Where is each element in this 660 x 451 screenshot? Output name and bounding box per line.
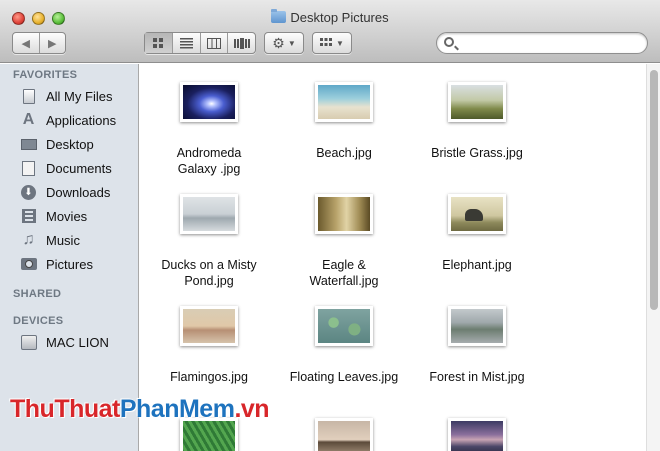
column-view-button[interactable]: [199, 33, 228, 53]
file-item[interactable]: Flamingos.jpg: [144, 306, 274, 385]
sidebar-item-label: Downloads: [46, 184, 111, 200]
sidebar-item-label: Desktop: [46, 136, 94, 152]
sidebar-item-mac-lion[interactable]: MAC LION: [20, 331, 109, 353]
file-thumbnail: [448, 194, 506, 234]
music-icon: ♫: [22, 231, 35, 248]
sidebar-item-applications[interactable]: A Applications: [20, 109, 116, 131]
file-thumbnail: [315, 418, 373, 451]
scrollbar-thumb[interactable]: [650, 70, 658, 310]
disk-icon: [20, 334, 37, 350]
icon-view-button[interactable]: [145, 33, 172, 53]
sidebar-item-pictures[interactable]: Pictures: [20, 253, 93, 275]
chevron-down-icon: ▼: [336, 38, 344, 48]
sidebar-item-movies[interactable]: Movies: [20, 205, 87, 227]
sidebar-item-label: Applications: [46, 112, 117, 128]
sidebar-item-label: All My Files: [46, 88, 113, 104]
file-name: Andromeda Galaxy .jpg: [176, 146, 242, 176]
pictures-icon: [20, 256, 37, 272]
sidebar-item-label: Pictures: [46, 256, 93, 272]
sidebar-item-documents[interactable]: Documents: [20, 157, 112, 179]
watermark-part: ThuThuat: [10, 395, 120, 423]
forward-button[interactable]: ▶: [38, 33, 66, 53]
arrange-menu-button[interactable]: ▼: [312, 32, 352, 54]
devices-header: DEVICES: [13, 315, 64, 327]
file-item[interactable]: Elephant.jpg: [412, 194, 542, 273]
file-thumbnail: [448, 418, 506, 451]
window-title: Desktop Pictures: [0, 9, 660, 25]
file-item[interactable]: Forest in Mist.jpg: [412, 306, 542, 385]
view-mode-control: [144, 32, 256, 54]
watermark-part: PhanMem: [119, 395, 235, 423]
sidebar-item-label: Documents: [46, 160, 112, 176]
file-thumbnail: [315, 306, 373, 346]
file-item[interactable]: [412, 418, 542, 451]
watermark: ThuThuatPhanMem.vn: [10, 395, 270, 424]
file-thumbnail: [180, 194, 238, 234]
movies-icon: [20, 208, 37, 224]
file-name: Eagle & Waterfall.jpg: [309, 258, 379, 288]
finder-window: Desktop Pictures ◀ ▶ ⚙ ▼ ▼ FAVORITES All…: [0, 0, 660, 451]
back-button[interactable]: ◀: [13, 33, 39, 53]
file-item[interactable]: Floating Leaves.jpg: [279, 306, 409, 385]
file-grid: Andromeda Galaxy .jpg Beach.jpg Bristle …: [140, 64, 646, 451]
gear-icon: ⚙: [272, 34, 285, 51]
list-view-icon: [179, 37, 193, 48]
file-item[interactable]: [279, 418, 409, 451]
column-view-icon: [206, 37, 221, 49]
list-view-button[interactable]: [171, 33, 200, 53]
file-thumbnail: [180, 306, 238, 346]
documents-icon: [20, 160, 37, 176]
file-name: Floating Leaves.jpg: [289, 370, 399, 384]
desktop-icon: [20, 136, 37, 152]
toolbar: Desktop Pictures ◀ ▶ ⚙ ▼ ▼: [0, 0, 660, 63]
vertical-scrollbar[interactable]: [646, 64, 660, 451]
search-input[interactable]: [461, 35, 641, 51]
applications-icon: A: [22, 111, 35, 128]
window-title-text: Desktop Pictures: [290, 10, 389, 25]
sidebar-item-label: MAC LION: [46, 334, 109, 350]
file-name: Elephant.jpg: [442, 258, 512, 272]
sidebar-item-all-my-files[interactable]: All My Files: [20, 85, 112, 107]
file-thumbnail: [448, 82, 506, 122]
file-item[interactable]: Bristle Grass.jpg: [412, 82, 542, 161]
coverflow-view-button[interactable]: [227, 33, 255, 53]
file-thumbnail: [315, 82, 373, 122]
sidebar-item-downloads[interactable]: ⬇ Downloads: [20, 181, 110, 203]
file-item[interactable]: Ducks on a Misty Pond.jpg: [144, 194, 274, 289]
icon-view-icon: [153, 38, 164, 48]
sidebar-item-label: Music: [46, 232, 80, 248]
file-item[interactable]: Beach.jpg: [279, 82, 409, 161]
sidebar-item-desktop[interactable]: Desktop: [20, 133, 94, 155]
all-files-icon: [20, 88, 37, 104]
arrange-icon: [320, 38, 333, 46]
chevron-down-icon: ▼: [287, 38, 296, 48]
file-name: Forest in Mist.jpg: [429, 370, 525, 384]
watermark-part: .vn: [234, 395, 270, 423]
sidebar-item-label: Movies: [46, 208, 88, 224]
file-item[interactable]: Eagle & Waterfall.jpg: [279, 194, 409, 289]
folder-icon: [271, 9, 287, 23]
file-name: Bristle Grass.jpg: [431, 146, 523, 160]
file-name: Beach.jpg: [316, 146, 372, 160]
sidebar: FAVORITES All My Files A Applications De…: [0, 64, 139, 451]
file-name: Ducks on a Misty Pond.jpg: [161, 258, 257, 288]
file-thumbnail: [315, 194, 373, 234]
downloads-icon: ⬇: [20, 184, 37, 200]
favorites-header: FAVORITES: [13, 69, 78, 81]
file-item[interactable]: Andromeda Galaxy .jpg: [144, 82, 274, 177]
search-field[interactable]: [436, 32, 648, 54]
file-thumbnail: [448, 306, 506, 346]
coverflow-view-icon: [233, 37, 250, 49]
sidebar-item-music[interactable]: ♫ Music: [20, 229, 80, 251]
shared-header: SHARED: [13, 288, 62, 300]
back-forward-control: ◀ ▶: [12, 32, 66, 54]
file-thumbnail: [180, 82, 238, 122]
search-icon: [444, 37, 454, 47]
file-name: Flamingos.jpg: [170, 370, 248, 384]
action-menu-button[interactable]: ⚙ ▼: [264, 32, 304, 54]
